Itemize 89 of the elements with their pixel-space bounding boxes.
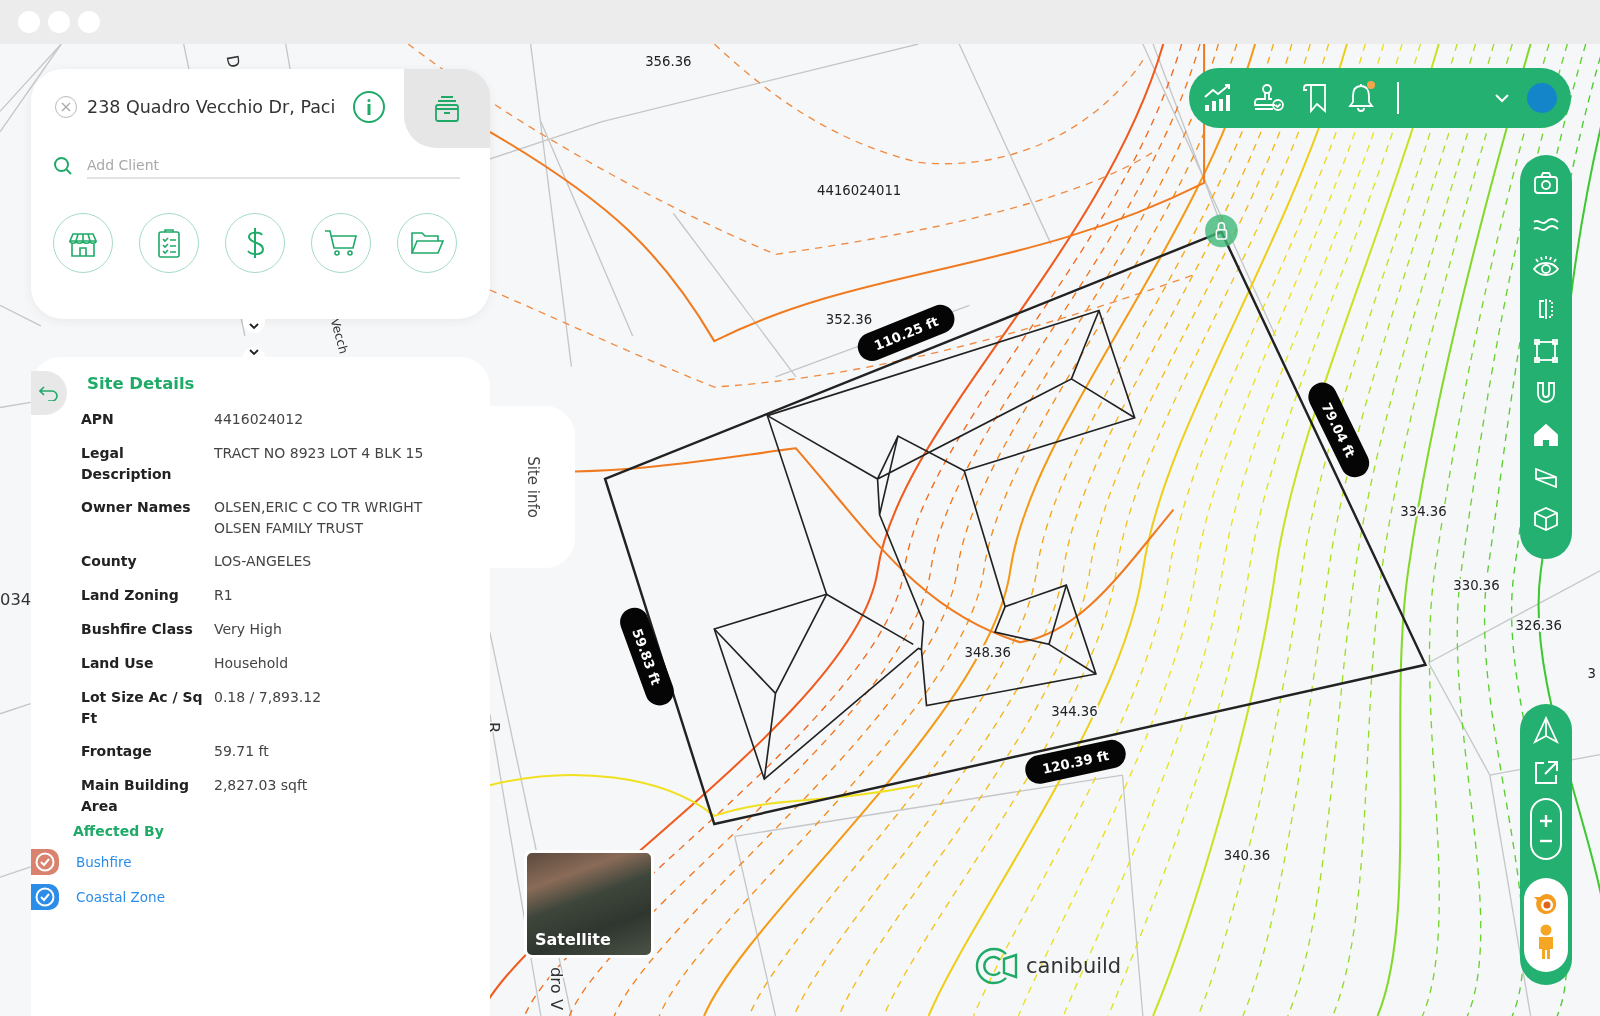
search-icon [53,156,73,176]
detail-value: 2,827.03 sqft [214,776,309,795]
camera-button[interactable] [1532,169,1560,197]
collapse-button[interactable] [243,347,265,357]
detail-label: Land Use [81,654,155,673]
bookmark-button[interactable] [1303,83,1329,113]
detail-label: APN [81,410,115,429]
notifications-button[interactable] [1347,83,1375,113]
street-name: Vecch [327,316,351,356]
detail-value: 4416024012 [214,410,305,429]
detail-value: OLSEN,ERIC C CO TR WRIGHT OLSEN FAMILY TRUST [214,498,424,538]
client-search-field[interactable]: Add Client [87,153,460,179]
minus-icon [1540,839,1552,843]
info-icon [366,99,373,115]
pricing-button[interactable] [225,213,285,273]
bell-icon [1347,83,1375,113]
detail-value: Household [214,654,290,673]
checkmark-icon [35,852,55,872]
section-heading: Affected By [73,823,164,839]
detail-value: 0.18 / 7,893.12 [214,688,323,707]
person-icon [1536,924,1556,960]
street-name: 034 [0,589,32,609]
approval-stamp-button[interactable] [1253,83,1285,113]
close-icon [61,102,71,112]
detail-label: Frontage [81,742,153,761]
avatar[interactable] [1527,83,1557,113]
cube-icon [1532,505,1560,533]
street-view-button[interactable] [1536,924,1556,960]
cart-button[interactable] [311,213,371,273]
detail-label: Lot Size Ac / Sq Ft [81,688,204,728]
parcel-number: 4416024011 [817,183,902,199]
detail-value: R1 [214,586,234,605]
external-link-icon [1533,760,1559,786]
stamp-icon [1253,83,1285,113]
street-name: D [222,53,244,70]
back-button[interactable] [31,371,67,415]
detail-label: Owner Names [81,498,192,517]
chevron-icon [1495,93,1509,103]
checkbox[interactable] [31,884,59,910]
detail-value: 59.71 ft [214,742,270,761]
house-outline-drawing[interactable] [713,309,1136,781]
bookmark-icon [1303,83,1329,113]
elevation-label: 3 [1587,666,1597,682]
detail-label: Main Building Area [81,776,191,816]
address-text: 238 Quadro Vecchio Dr, Paci [87,97,336,117]
location-pin-icon[interactable] [1205,214,1238,248]
storefront-button[interactable] [53,213,113,273]
archive-box-icon [433,94,461,123]
folder-button[interactable] [397,213,457,273]
detail-value: Very High [214,620,283,639]
detail-label: Bushfire Class [81,620,194,639]
view-3d-button[interactable] [1532,505,1560,533]
plus-icon [1540,815,1552,827]
undo-arrow-icon [39,385,59,401]
account-menu-button[interactable] [1495,93,1509,103]
elevation-label: 356.36 [645,54,692,70]
house-button[interactable] [1532,421,1560,449]
camera-icon [1532,169,1560,197]
satellite-layer-button[interactable]: Satellite [524,850,654,958]
open-external-button[interactable] [1533,760,1559,786]
site-info-tab[interactable]: Site info [490,406,575,568]
brand-name: canibuild [1026,954,1122,978]
zoom-out-button[interactable] [1540,839,1552,843]
detail-label: Legal Description [81,444,173,484]
info-button[interactable] [353,91,386,123]
detail-value: LOS-ANGELES [214,552,313,571]
folder-icon [410,229,444,257]
checkbox[interactable] [31,849,59,875]
panel-title: Site Details [87,373,195,395]
detail-label: Land Zoning [81,586,180,605]
checkmark-icon [35,887,55,907]
chevron-icon [249,323,259,329]
boundary-button[interactable] [1532,337,1560,365]
house-icon [1532,421,1560,449]
dollar-icon [245,227,265,259]
chevron-icon [249,349,259,355]
checklist-button[interactable] [139,213,199,273]
dimension-label: 120.39 ft [1022,737,1129,787]
overlay-link[interactable]: Coastal Zone [76,889,165,905]
archive-button[interactable] [404,69,490,148]
square-nodes-icon [1532,337,1560,365]
shopping-cart-icon [324,228,358,258]
zoom-in-button[interactable] [1540,815,1552,827]
street-name: dro V [547,967,566,1011]
clipboard-icon [155,228,183,258]
detail-label: County [81,552,138,571]
expand-button[interactable] [243,319,265,333]
detail-value: TRACT NO 8923 LOT 4 BLK 15 [214,444,425,463]
elevation-label: 330.36 [1453,578,1500,594]
